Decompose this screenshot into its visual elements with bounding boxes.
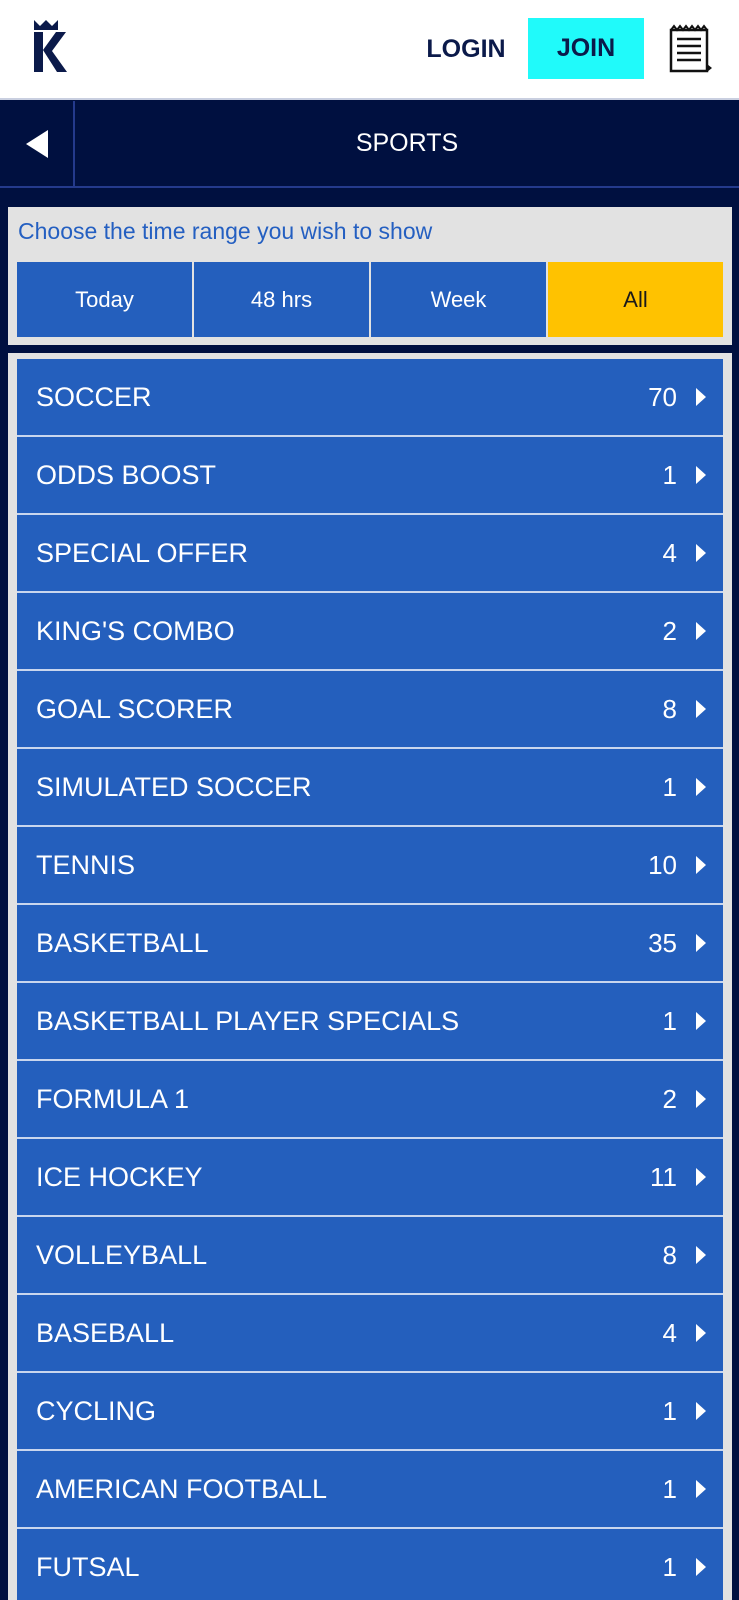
betslip-icon[interactable] bbox=[668, 24, 712, 74]
chevron-right-icon bbox=[696, 466, 706, 484]
sport-row-kings-combo[interactable]: KING'S COMBO 2 bbox=[17, 593, 723, 671]
sport-row-baseball[interactable]: BASEBALL 4 bbox=[17, 1295, 723, 1373]
chevron-right-icon bbox=[696, 1246, 706, 1264]
back-button[interactable] bbox=[0, 101, 75, 186]
event-count: 2 bbox=[662, 1084, 677, 1114]
sport-row-formula-1[interactable]: FORMULA 1 2 bbox=[17, 1061, 723, 1139]
sport-name: BASKETBALL bbox=[36, 928, 209, 958]
chevron-right-icon bbox=[696, 856, 706, 874]
sport-name: BASKETBALL PLAYER SPECIALS bbox=[36, 1006, 460, 1036]
chevron-right-icon bbox=[696, 1324, 706, 1342]
sport-name: SPECIAL OFFER bbox=[36, 538, 249, 568]
sport-row-special-offer[interactable]: SPECIAL OFFER 4 bbox=[17, 515, 723, 593]
sport-row-cycling[interactable]: CYCLING 1 bbox=[17, 1373, 723, 1451]
chevron-right-icon bbox=[696, 1402, 706, 1420]
sport-name: ICE HOCKEY bbox=[36, 1162, 203, 1192]
sport-name: FORMULA 1 bbox=[36, 1084, 190, 1114]
sport-name: KING'S COMBO bbox=[36, 616, 235, 646]
chevron-right-icon bbox=[696, 1558, 706, 1576]
sport-row-futsal[interactable]: FUTSAL 1 bbox=[17, 1529, 723, 1600]
page-title: SPORTS bbox=[355, 129, 459, 157]
chevron-right-icon bbox=[696, 1480, 706, 1498]
event-count: 35 bbox=[648, 928, 677, 958]
sport-name: TENNIS bbox=[36, 850, 136, 880]
range-today-button[interactable]: Today bbox=[17, 262, 192, 337]
event-count: 11 bbox=[650, 1162, 677, 1192]
top-header: LOGIN JOIN bbox=[0, 0, 739, 100]
sport-name: ODDS BOOST bbox=[36, 460, 217, 490]
sport-name: FUTSAL bbox=[36, 1552, 140, 1582]
time-range-selector: Today 48 hrs Week All bbox=[17, 262, 723, 337]
time-range-panel: Choose the time range you wish to show T… bbox=[8, 207, 732, 345]
event-count: 4 bbox=[662, 538, 677, 568]
range-week-button[interactable]: Week bbox=[371, 262, 546, 337]
sport-row-ice-hockey[interactable]: ICE HOCKEY 11 bbox=[17, 1139, 723, 1217]
event-count: 1 bbox=[662, 1552, 677, 1582]
sport-row-goal-scorer[interactable]: GOAL SCORER 8 bbox=[17, 671, 723, 749]
chevron-right-icon bbox=[696, 778, 706, 796]
chevron-right-icon bbox=[696, 544, 706, 562]
event-count: 10 bbox=[648, 850, 677, 880]
event-count: 8 bbox=[662, 1240, 677, 1270]
chevron-right-icon bbox=[696, 1168, 706, 1186]
sport-name: CYCLING bbox=[36, 1396, 157, 1426]
event-count: 1 bbox=[662, 1006, 677, 1036]
event-count: 8 bbox=[662, 694, 677, 724]
event-count: 4 bbox=[662, 1318, 677, 1348]
range-all-button[interactable]: All bbox=[548, 262, 723, 337]
event-count: 1 bbox=[662, 1474, 677, 1504]
time-range-label: Choose the time range you wish to show bbox=[18, 218, 433, 244]
sports-list: SOCCER 70 ODDS BOOST 1 SPECIAL OFFER 4 K… bbox=[8, 353, 732, 1600]
chevron-right-icon bbox=[696, 1012, 706, 1030]
sport-row-soccer[interactable]: SOCCER 70 bbox=[17, 359, 723, 437]
sport-row-simulated-soccer[interactable]: SIMULATED SOCCER 1 bbox=[17, 749, 723, 827]
sport-row-basketball-player-specials[interactable]: BASKETBALL PLAYER SPECIALS 1 bbox=[17, 983, 723, 1061]
k-crown-logo[interactable] bbox=[30, 18, 70, 74]
event-count: 2 bbox=[662, 616, 677, 646]
join-button[interactable]: JOIN bbox=[528, 18, 644, 79]
sports-nav-bar: SPORTS bbox=[0, 101, 739, 188]
login-button[interactable]: LOGIN bbox=[416, 20, 516, 78]
event-count: 1 bbox=[662, 460, 677, 490]
sport-row-volleyball[interactable]: VOLLEYBALL 8 bbox=[17, 1217, 723, 1295]
range-48hrs-button[interactable]: 48 hrs bbox=[194, 262, 369, 337]
chevron-right-icon bbox=[696, 934, 706, 952]
chevron-right-icon bbox=[696, 622, 706, 640]
sport-row-tennis[interactable]: TENNIS 10 bbox=[17, 827, 723, 905]
sport-name: VOLLEYBALL bbox=[36, 1240, 208, 1270]
event-count: 1 bbox=[662, 1396, 677, 1426]
chevron-right-icon bbox=[696, 388, 706, 406]
event-count: 1 bbox=[662, 772, 677, 802]
sport-name: SOCCER bbox=[36, 382, 152, 412]
sport-name: SIMULATED SOCCER bbox=[36, 772, 312, 802]
back-arrow-icon bbox=[26, 130, 48, 158]
sport-name: BASEBALL bbox=[36, 1318, 175, 1348]
chevron-right-icon bbox=[696, 700, 706, 718]
chevron-right-icon bbox=[696, 1090, 706, 1108]
event-count: 70 bbox=[648, 382, 677, 412]
sport-row-american-football[interactable]: AMERICAN FOOTBALL 1 bbox=[17, 1451, 723, 1529]
sport-row-odds-boost[interactable]: ODDS BOOST 1 bbox=[17, 437, 723, 515]
sport-name: AMERICAN FOOTBALL bbox=[36, 1474, 328, 1504]
sport-row-basketball[interactable]: BASKETBALL 35 bbox=[17, 905, 723, 983]
sport-name: GOAL SCORER bbox=[36, 694, 234, 724]
